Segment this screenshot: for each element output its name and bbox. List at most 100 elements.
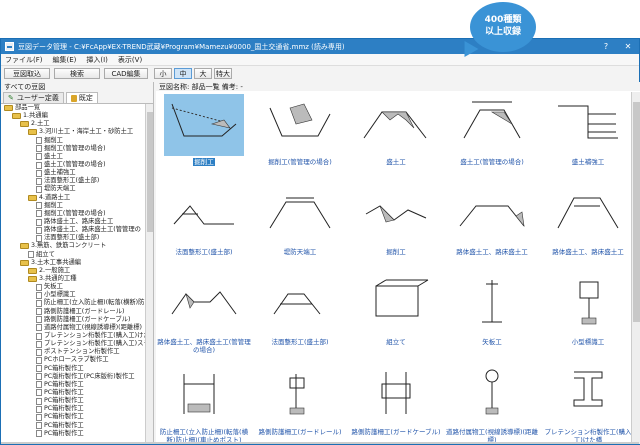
tree-folder[interactable]: 3.河川土工・海岸土工・砂防土工 xyxy=(1,128,146,136)
tree-scroll-thumb[interactable] xyxy=(147,112,153,232)
tree-item[interactable]: 堤防天端工 xyxy=(1,185,146,193)
tree-label: PC版桁製作工(PC床版桁)製作工 xyxy=(44,372,135,380)
part-thumbnail[interactable]: 路体盛土工、路床盛土工 xyxy=(444,182,540,270)
tree-item[interactable]: 組立て xyxy=(1,251,146,259)
thumbnail-label: 矢板工 xyxy=(444,338,540,346)
tree-item[interactable]: PCホロースラブ製作工 xyxy=(1,356,146,364)
close-button[interactable]: ✕ xyxy=(617,42,639,51)
tree-item[interactable]: 矢板工 xyxy=(1,283,146,291)
part-thumbnail[interactable]: 盛土補強工 xyxy=(540,92,636,180)
tree-item[interactable]: PC版桁製作工(PC床版桁)製作工 xyxy=(1,373,146,381)
tree-item[interactable]: PC箱桁製作工 xyxy=(1,421,146,430)
app-window: 豆図データ管理 - C:¥FcApp¥EX-TREND武蔵¥Program¥Ma… xyxy=(0,38,640,445)
part-thumbnail[interactable]: 矢板工 xyxy=(444,272,540,360)
tree-item[interactable]: PC箱桁製作工 xyxy=(1,389,146,397)
document-icon xyxy=(36,137,42,145)
document-icon xyxy=(36,413,42,421)
tab-default[interactable]: 既定 xyxy=(65,92,98,103)
tree-item[interactable]: 道路付属物工(視線誘導標)(距離標) xyxy=(1,324,146,332)
size-medium-button[interactable]: 中 xyxy=(174,68,192,79)
tree-item[interactable]: 盛土工(管管理の場合) xyxy=(1,161,146,169)
thumbnail-label-text: 小型標識工 xyxy=(571,338,605,346)
tree-item[interactable]: PC箱桁製作工 xyxy=(1,430,146,438)
thumbnail-label: 盛土工 xyxy=(348,158,444,166)
tree-item[interactable]: 掘削工(管管理の場合) xyxy=(1,210,146,218)
tree-folder[interactable]: 部品一覧 xyxy=(1,104,146,112)
tree-item[interactable]: 掘削工(管管理の場合) xyxy=(1,145,146,153)
thumbnail-label-text: 掘削工 xyxy=(386,248,406,256)
tree-label: 盛土補強工 xyxy=(44,169,76,177)
tree-item[interactable]: 防止柵工(立入防止柵)(転落(横断)防 xyxy=(1,299,146,307)
app-icon xyxy=(5,42,14,51)
tree-item[interactable]: 掘削工 xyxy=(1,137,146,145)
tree-folder[interactable]: 3.無筋、鉄筋コンクリート xyxy=(1,242,146,250)
document-icon xyxy=(36,161,42,169)
thumbnail-label-text: 矢板工 xyxy=(482,338,502,346)
tree-label: PC箱桁製作工 xyxy=(44,380,84,388)
tab-user-defined[interactable]: ✎ ユーザー定義 xyxy=(3,92,64,103)
search-button[interactable]: 検索 xyxy=(54,68,100,79)
part-drawing xyxy=(183,374,215,414)
thumbnail-label: 法面整形工(盛土部) xyxy=(156,248,252,256)
tree-folder[interactable]: 1.共通編 xyxy=(1,112,146,120)
document-icon xyxy=(36,373,42,381)
document-icon xyxy=(28,251,34,259)
tree-folder[interactable]: 4.道路土工 xyxy=(1,194,146,202)
part-thumbnail[interactable]: 盛土工 xyxy=(348,92,444,180)
tree-item[interactable]: PC箱桁製作工 xyxy=(1,365,146,373)
part-thumbnail[interactable]: 法面整形工(盛土部) xyxy=(156,182,252,270)
part-thumbnail[interactable]: 掘削工(管管理の場合) xyxy=(252,92,348,180)
part-thumbnail[interactable]: 小型標識工 xyxy=(540,272,636,360)
part-thumbnail[interactable]: 路体盛土工、路床盛土工(管管理の場合) xyxy=(156,272,252,360)
size-xlarge-button[interactable]: 特大 xyxy=(214,68,232,79)
size-small-button[interactable]: 小 xyxy=(154,68,172,79)
document-icon xyxy=(36,365,42,373)
tree-item[interactable]: PC箱桁製作工 xyxy=(1,381,146,389)
thumbnail-label-text: 法面整形工(盛土部) xyxy=(271,338,329,346)
tree-folder[interactable]: 2.一般施工 xyxy=(1,267,146,275)
tree-item[interactable]: 路体盛土工、路床盛土工 xyxy=(1,218,146,226)
tree-folder[interactable]: 3.土木工事共通編 xyxy=(1,259,146,267)
cad-edit-button[interactable]: CAD編集 xyxy=(104,68,148,79)
part-thumbnail[interactable]: 掘削工 xyxy=(156,92,252,180)
part-thumbnail[interactable]: 路体盛土工、路床盛土工 xyxy=(540,182,636,270)
menu-file[interactable]: ファイル(F) xyxy=(5,55,43,65)
part-drawing xyxy=(482,280,502,323)
part-thumbnail[interactable]: 路側防護柵工(ガードケーブル) xyxy=(348,362,444,445)
menu-view[interactable]: 表示(V) xyxy=(118,55,142,65)
tree-item[interactable]: プレテンション桁製作工(購入工)スラブ xyxy=(1,340,146,348)
document-icon xyxy=(36,405,42,413)
part-thumbnail[interactable]: 路側防護柵工(ガードレール) xyxy=(252,362,348,445)
tree-item[interactable]: PC箱桁製作工 xyxy=(1,397,146,405)
tree-item[interactable]: 路側防護柵工(ガードレール) xyxy=(1,308,146,316)
tree-folder[interactable]: 3.共通的工種 xyxy=(1,275,146,283)
tree-label: 組立て xyxy=(36,250,55,258)
thumbnail-label: 法面整形工(盛土部) xyxy=(252,338,348,346)
tree-label: 掘削工 xyxy=(44,201,63,209)
tree-item[interactable]: 路側防護柵工(ガードケーブル) xyxy=(1,316,146,324)
part-drawing xyxy=(573,371,603,407)
tree-item[interactable]: プレテンション桁製作工(購入工)けた xyxy=(1,332,146,340)
part-thumbnail[interactable]: プレテンション桁製作工(購入工)けた橋 xyxy=(540,362,636,445)
part-thumbnail[interactable]: 組立て xyxy=(348,272,444,360)
menu-insert[interactable]: 挿入(I) xyxy=(86,55,108,65)
part-thumbnail[interactable]: 法面整形工(盛土部) xyxy=(252,272,348,360)
document-icon xyxy=(36,283,42,291)
tree-item[interactable]: 盛土工 xyxy=(1,153,146,161)
menu-edit[interactable]: 編集(E) xyxy=(53,55,77,65)
part-thumbnail[interactable]: 防止柵工(立入防止柵)(転落(横断)防止柵)(車止めポスト) xyxy=(156,362,252,445)
tree-item[interactable]: PC箱桁製作工 xyxy=(1,413,146,421)
thumbnail-label: 小型標識工 xyxy=(540,338,636,346)
size-large-button[interactable]: 大 xyxy=(194,68,212,79)
part-thumbnail[interactable]: 掘削工 xyxy=(348,182,444,270)
import-button[interactable]: 豆図取込 xyxy=(4,68,50,79)
part-thumbnail[interactable]: 堤防天端工 xyxy=(252,182,348,270)
help-button[interactable]: ? xyxy=(595,42,617,51)
grid-scroll-thumb[interactable] xyxy=(633,102,640,322)
tree-scrollbar[interactable] xyxy=(145,104,153,444)
grid-scrollbar[interactable] xyxy=(631,92,640,444)
part-thumbnail[interactable]: 道路付属物工(視線誘導標)(距離標) xyxy=(444,362,540,445)
category-tree[interactable]: 部品一覧 1.共通編 2.土工 3.河川土工・海岸土工・砂防土工 掘削工 掘削工(管管理の… xyxy=(1,104,146,444)
tree-item[interactable]: 掘削工 xyxy=(1,202,146,210)
part-thumbnail[interactable]: 盛土工(管管理の場合) xyxy=(444,92,540,180)
